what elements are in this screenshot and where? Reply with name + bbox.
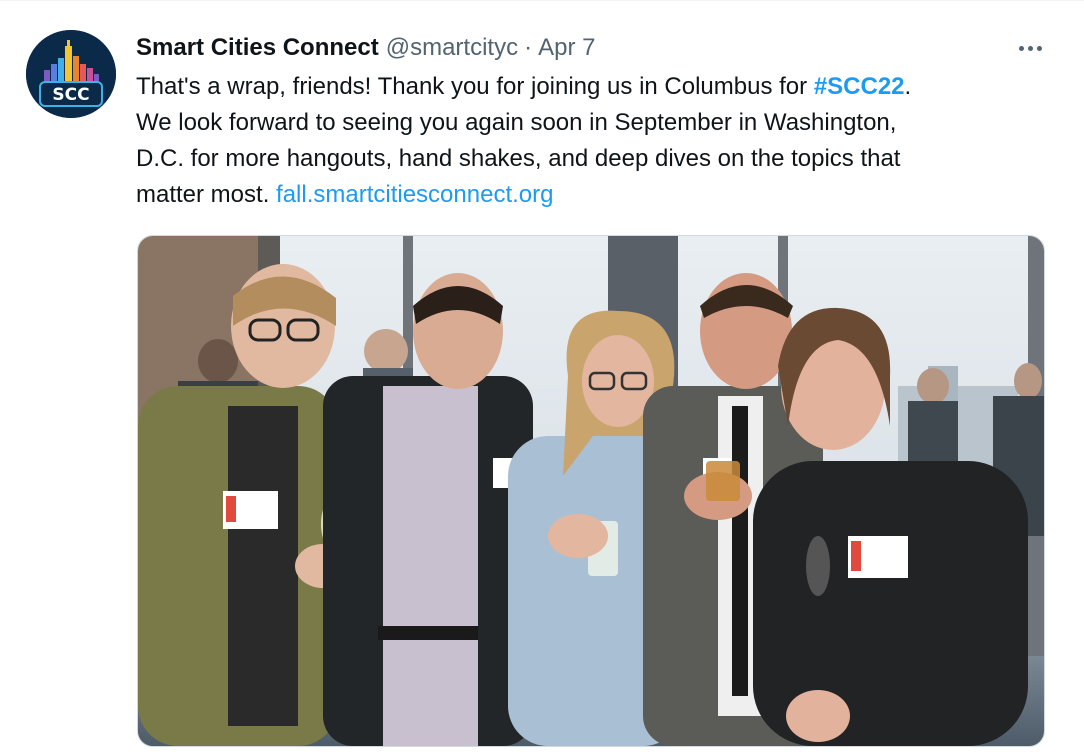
author-handle[interactable]: @smartcityc bbox=[386, 34, 518, 62]
city-skyline-logo-icon: SCC bbox=[26, 30, 116, 118]
group-photo-image bbox=[138, 236, 1044, 746]
more-dot bbox=[1036, 45, 1042, 51]
tweet-text-line-3: D.C. for more hangouts, hand shakes, and… bbox=[136, 145, 901, 172]
header-separator: · bbox=[524, 34, 533, 61]
author-avatar[interactable]: SCC bbox=[26, 30, 116, 118]
tweet-text-line-2: We look forward to seeing you again soon… bbox=[136, 109, 897, 136]
url-link[interactable]: fall.smartcitiesconnect.org bbox=[276, 181, 553, 208]
tweet-text-segment: That's a wrap, friends! Thank you for jo… bbox=[136, 73, 814, 100]
tweet-card[interactable]: SCC Smart Cities Connect @smartcityc · A… bbox=[0, 0, 1084, 754]
tweet-text-segment: matter most. bbox=[136, 181, 277, 208]
hashtag-link[interactable]: #SCC22 bbox=[814, 73, 905, 100]
more-dot bbox=[1027, 45, 1033, 51]
tweet-text-line-1: That's a wrap, friends! Thank you for jo… bbox=[136, 69, 1056, 105]
tweet-text: That's a wrap, friends! Thank you for jo… bbox=[136, 69, 1056, 213]
author-display-name[interactable]: Smart Cities Connect bbox=[136, 34, 379, 62]
tweet-text-segment: . bbox=[904, 73, 912, 100]
tweet-header: Smart Cities Connect @smartcityc · Apr 7 bbox=[136, 32, 595, 64]
tweet-text-line-4: matter most. fall.smartcitiesconnect.org bbox=[136, 177, 1056, 213]
more-dot bbox=[1018, 45, 1024, 51]
avatar-text: SCC bbox=[52, 85, 89, 105]
more-options-icon[interactable] bbox=[1008, 31, 1052, 65]
tweet-date[interactable]: Apr 7 bbox=[538, 34, 595, 62]
tweet-photo[interactable] bbox=[137, 235, 1045, 747]
